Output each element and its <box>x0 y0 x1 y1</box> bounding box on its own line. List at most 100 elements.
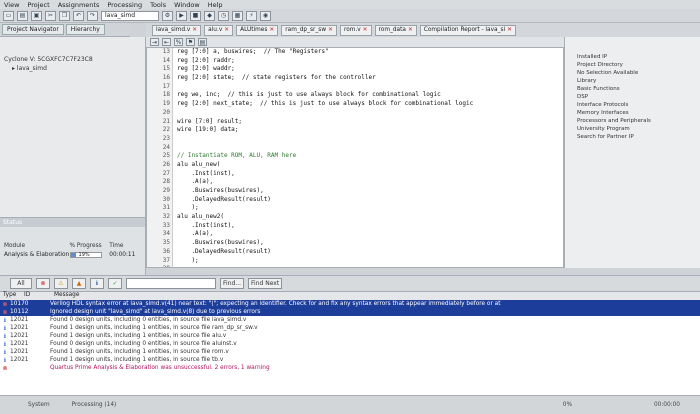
close-icon[interactable]: ✕ <box>408 27 413 33</box>
tab-hierarchy[interactable]: Hierarchy <box>65 24 105 35</box>
message-row[interactable]: ⊗ 10170 Verilog HDL syntax error at lava_s… <box>0 300 700 308</box>
ip-dsp[interactable]: DSP <box>565 93 700 101</box>
save-icon[interactable]: ▣ <box>31 10 42 21</box>
code-line[interactable] <box>177 109 563 118</box>
code-editor[interactable]: 13 14 15 16 17 18 19 20 21 22 23 24 25 26 27 28 29 30 31 32… <box>146 47 564 268</box>
message-row[interactable]: ℹ 12021 Found 1 design units, including 1 … <box>0 332 700 340</box>
code-line[interactable] <box>177 265 563 267</box>
code-line[interactable]: .Inst(inst), <box>177 170 563 179</box>
ip-installed[interactable]: Installed IP <box>565 53 700 61</box>
menu-tools[interactable]: Tools <box>150 1 166 9</box>
tab-system[interactable]: System <box>28 402 50 408</box>
pin-planner-icon[interactable]: ▦ <box>232 10 243 21</box>
code-line[interactable]: reg [7:0] a, buswires; // The "Registers… <box>177 48 563 57</box>
code-line[interactable]: .A(a), <box>177 230 563 239</box>
message-row[interactable]: ℹ 12021 Found 0 design units, including 0 … <box>0 316 700 324</box>
tab-rom-data[interactable]: rom_data ✕ <box>374 24 417 36</box>
message-row[interactable]: ℹ 12021 Found 1 design units, including 1 … <box>0 348 700 356</box>
close-icon[interactable]: ✕ <box>507 27 512 33</box>
ip-interface-protocols[interactable]: Interface Protocols <box>565 101 700 109</box>
new-file-icon[interactable]: ▭ <box>3 10 14 21</box>
code-line[interactable]: .DelayedResult(result) <box>177 248 563 257</box>
close-icon[interactable]: ✕ <box>363 27 368 33</box>
menu-view[interactable]: View <box>4 1 19 9</box>
find-next-button[interactable]: Find Next <box>248 278 283 289</box>
unindent-icon[interactable]: ⇤ <box>162 38 171 46</box>
menu-window[interactable]: Window <box>174 1 200 9</box>
code-line[interactable]: .Buswires(buswires), <box>177 187 563 196</box>
code-line[interactable]: alu alu_new( <box>177 161 563 170</box>
tab-processing[interactable]: Processing (14) <box>72 402 117 408</box>
bookmark-icon[interactable]: ⚑ <box>186 38 195 46</box>
tree-item-device[interactable]: Cyclone V: 5CGXFC7C7F23C8 <box>4 55 145 64</box>
critical-warning-icon[interactable]: ▲ <box>72 278 86 289</box>
code-line[interactable]: ); <box>177 257 563 266</box>
tab-lava-simd[interactable]: lava_simd.v ✕ <box>152 24 202 36</box>
menu-help[interactable]: Help <box>208 1 223 9</box>
analysis-icon[interactable]: ◆ <box>204 10 215 21</box>
programmer-icon[interactable]: ⚡ <box>246 10 257 21</box>
undo-icon[interactable]: ↶ <box>73 10 84 21</box>
comment-icon[interactable]: % <box>174 38 183 46</box>
code-line[interactable]: reg [2:0] raddr; <box>177 57 563 66</box>
project-select[interactable]: lava_simd <box>101 10 159 21</box>
code-line[interactable]: reg we, inc; // this is just to use alwa… <box>177 91 563 100</box>
code-line[interactable]: ); <box>177 204 563 213</box>
timing-icon[interactable]: ◷ <box>218 10 229 21</box>
close-icon[interactable]: ✕ <box>192 27 197 33</box>
find-button[interactable]: Find... <box>220 278 245 289</box>
suppress-icon[interactable]: ✓ <box>108 278 122 289</box>
error-filter-icon[interactable]: ⊗ <box>36 278 50 289</box>
tab-compilation-report[interactable]: Compilation Report - lava_si ✕ <box>419 24 516 36</box>
ip-search-partner[interactable]: Search for Partner IP <box>565 133 700 141</box>
code-line[interactable]: .A(a), <box>177 178 563 187</box>
tab-rom[interactable]: rom.v ✕ <box>339 24 372 36</box>
message-row[interactable]: ⊗ 10112 Ignored design unit "lava_simd" at… <box>0 308 700 316</box>
info-filter-icon[interactable]: ℹ <box>90 278 104 289</box>
open-file-icon[interactable]: ▤ <box>17 10 28 21</box>
ip-university-program[interactable]: University Program <box>565 125 700 133</box>
message-search-input[interactable] <box>126 278 216 289</box>
message-row[interactable]: ⊗ Quartus Prime Analysis & Elaboration wa… <box>0 364 700 372</box>
warning-filter-icon[interactable]: ⚠ <box>54 278 68 289</box>
code-line[interactable]: .Buswires(buswires), <box>177 239 563 248</box>
code-line[interactable]: // Instantiate ROM, ALU, RAM here <box>177 152 563 161</box>
ip-catalog-search[interactable] <box>565 37 700 53</box>
indent-icon[interactable]: ⇥ <box>150 38 159 46</box>
stop-icon[interactable]: ■ <box>190 10 201 21</box>
tab-ram[interactable]: ram_dp_sr_sw ✕ <box>281 24 337 36</box>
menu-assignments[interactable]: Assignments <box>58 1 100 9</box>
tab-alutimes[interactable]: ALUtimes ✕ <box>236 24 279 36</box>
tab-project-navigator[interactable]: Project Navigator <box>2 24 64 35</box>
code-line[interactable]: .DelayedResult(result) <box>177 196 563 205</box>
close-icon[interactable]: ✕ <box>328 27 333 33</box>
code-line[interactable] <box>177 135 563 144</box>
code-line[interactable]: alu alu_new2( <box>177 213 563 222</box>
tree-item-top-entity[interactable]: ▸ lava_simd <box>4 64 145 73</box>
template-icon[interactable]: ▤ <box>198 38 207 46</box>
rtl-viewer-icon[interactable]: ◉ <box>260 10 271 21</box>
ip-processors[interactable]: Processors and Peripherals <box>565 117 700 125</box>
message-row[interactable]: ℹ 12021 Found 1 design units, including 1 … <box>0 324 700 332</box>
ip-library[interactable]: Library <box>565 77 700 85</box>
close-icon[interactable]: ✕ <box>269 27 274 33</box>
message-row[interactable]: ℹ 12021 Found 0 design units, including 0 … <box>0 340 700 348</box>
code-line[interactable]: reg [2:0] next_state; // this is just to… <box>177 100 563 109</box>
code-line[interactable] <box>177 83 563 92</box>
ip-basic-functions[interactable]: Basic Functions <box>565 85 700 93</box>
tab-alu[interactable]: alu.v ✕ <box>204 24 234 36</box>
ip-memory-interfaces[interactable]: Memory Interfaces <box>565 109 700 117</box>
copy-icon[interactable]: ❐ <box>59 10 70 21</box>
redo-icon[interactable]: ↷ <box>87 10 98 21</box>
compile-icon[interactable]: ▶ <box>176 10 187 21</box>
ip-project-directory[interactable]: Project Directory <box>565 61 700 69</box>
message-row[interactable]: ℹ 12021 Found 1 design units, including 1 … <box>0 356 700 364</box>
code-line[interactable]: .Inst(inst), <box>177 222 563 231</box>
code-line[interactable]: reg [2:0] state; // state registers for … <box>177 74 563 83</box>
close-icon[interactable]: ✕ <box>224 27 229 33</box>
menu-project[interactable]: Project <box>27 1 49 9</box>
cut-icon[interactable]: ✂ <box>45 10 56 21</box>
settings-icon[interactable]: ⚙ <box>162 10 173 21</box>
code-line[interactable]: wire [19:0] data; <box>177 126 563 135</box>
menu-processing[interactable]: Processing <box>107 1 142 9</box>
